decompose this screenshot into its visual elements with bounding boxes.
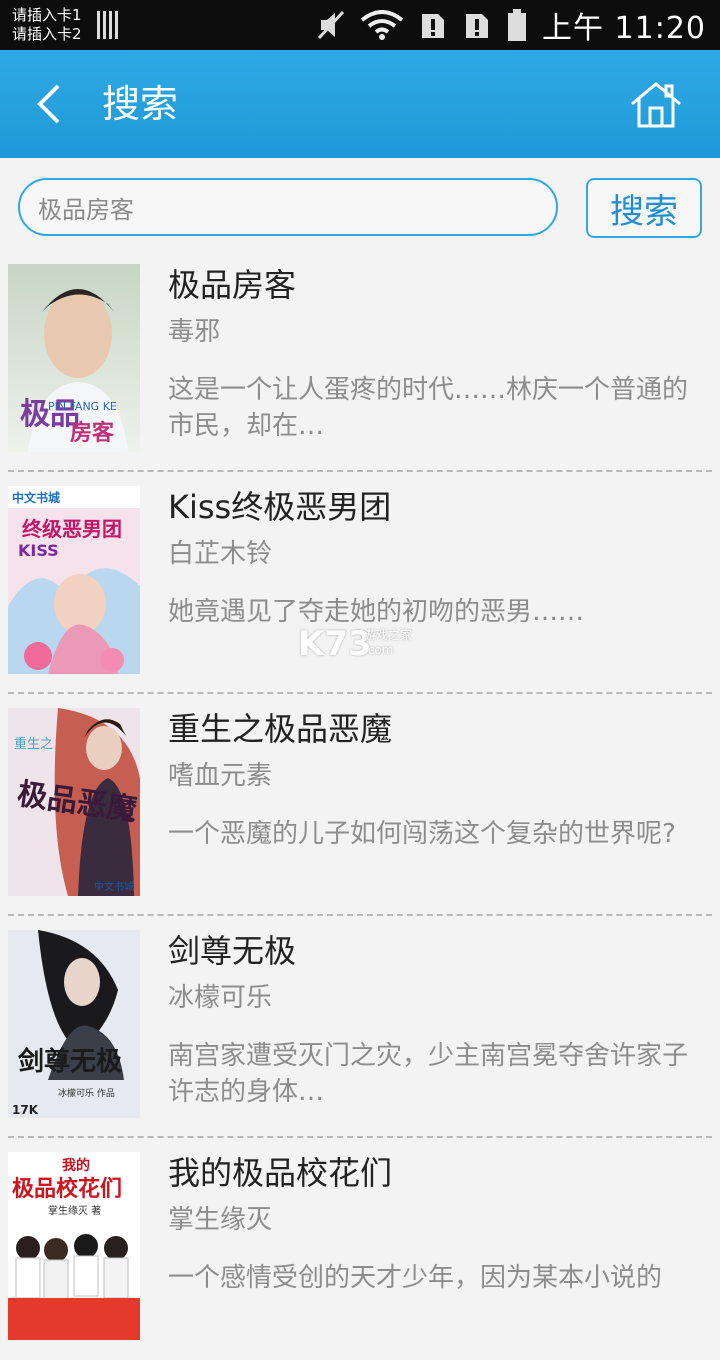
book-author: 白芷木铃 — [168, 539, 273, 569]
book-cover: 极品恶魔 重生之 中文书城 — [8, 708, 140, 896]
svg-text:重生之: 重生之 — [14, 736, 53, 752]
svg-text:剑尊无极: 剑尊无极 — [18, 1046, 123, 1077]
book-author: 嗜血元素 — [168, 761, 273, 791]
book-description: 一个恶魔的儿子如何闯荡这个复杂的世界呢? — [168, 819, 676, 849]
list-item[interactable]: 剑尊无极 冰檬可乐 作品 17K 剑尊无极 冰檬可乐 南宫家遭受灭门之灾，少主南… — [0, 916, 720, 1138]
signal-bars-icon — [97, 11, 121, 39]
book-title: 重生之极品恶魔 — [168, 710, 393, 748]
sim2-text: 请插入卡2 — [12, 25, 82, 43]
search-button[interactable]: 搜索 — [586, 178, 702, 238]
svg-text:KISS: KISS — [18, 541, 59, 560]
watermark: K73 游戏之家 .com — [298, 624, 412, 664]
sim1-text: 请插入卡1 — [12, 6, 82, 24]
book-author: 掌生缘灭 — [168, 1205, 273, 1235]
home-icon — [631, 82, 681, 128]
chevron-left-icon — [37, 84, 60, 124]
home-button[interactable] — [628, 80, 684, 130]
book-cover: 极品 房客 PIN FANG KE — [8, 264, 140, 452]
book-cover: 剑尊无极 冰檬可乐 作品 17K — [8, 930, 140, 1118]
book-description: 南宫家遭受灭门之灾，少主南宫冕夺舍许家子许志的身体… — [168, 1041, 689, 1107]
svg-text:我的: 我的 — [62, 1157, 90, 1174]
sim-status: 请插入卡1 请插入卡2 — [12, 6, 82, 44]
book-title: 我的极品校花们 — [168, 1154, 393, 1192]
battery-icon — [506, 9, 528, 41]
svg-text:极品校花们: 极品校花们 — [12, 1176, 122, 1202]
list-item[interactable]: 极品恶魔 重生之 中文书城 重生之极品恶魔 嗜血元素 一个恶魔的儿子如何闯荡这个… — [0, 694, 720, 916]
book-cover: 我的 极品校花们 掌生缘灭 著 — [8, 1152, 140, 1340]
book-description: 一个感情受创的天才少年，因为某本小说的 — [168, 1263, 663, 1293]
status-bar: 请插入卡1 请插入卡2 上午 11:20 — [0, 0, 720, 50]
list-item[interactable]: 我的 极品校花们 掌生缘灭 著 我的极品校花们 掌生缘灭 一个感情受创的天才少年… — [0, 1138, 720, 1360]
svg-text:终级恶男团: 终级恶男团 — [22, 517, 122, 541]
sim2-alert-icon — [462, 10, 492, 40]
book-title: Kiss终极恶男团 — [168, 488, 392, 526]
book-title: 极品房客 — [168, 266, 297, 304]
clock: 上午 11:20 — [542, 11, 706, 46]
svg-text:中文书城: 中文书城 — [94, 880, 134, 893]
app-header: 搜索 — [0, 50, 720, 158]
svg-text:17K: 17K — [12, 1103, 39, 1117]
mute-icon — [316, 10, 346, 40]
watermark-domain: .com — [364, 643, 394, 657]
svg-text:PIN FANG KE: PIN FANG KE — [48, 400, 117, 413]
book-description: 这是一个让人蛋疼的时代……林庆一个普通的市民，却在… — [168, 375, 689, 441]
svg-text:掌生缘灭 著: 掌生缘灭 著 — [48, 1204, 101, 1217]
watermark-sub-text: 游戏之家 — [364, 628, 413, 642]
wifi-icon — [360, 10, 404, 40]
watermark-main: K73 — [298, 624, 372, 664]
page-title: 搜索 — [102, 82, 179, 126]
book-cover: 中文书城 终级恶男团 KISS — [8, 486, 140, 674]
list-item[interactable]: 极品 房客 PIN FANG KE 极品房客 毒邪 这是一个让人蛋疼的时代……林… — [0, 250, 720, 472]
svg-text:中文书城: 中文书城 — [12, 490, 60, 505]
search-input[interactable] — [18, 178, 558, 236]
book-description: 她竟遇见了夺走她的初吻的恶男…… — [168, 597, 585, 627]
svg-text:冰檬可乐 作品: 冰檬可乐 作品 — [58, 1087, 115, 1099]
book-title: 剑尊无极 — [168, 932, 297, 970]
sim1-alert-icon — [418, 10, 448, 40]
watermark-sub: 游戏之家 .com — [364, 626, 412, 657]
book-author: 毒邪 — [168, 317, 221, 347]
book-author: 冰檬可乐 — [168, 983, 273, 1013]
back-button[interactable] — [28, 78, 72, 130]
svg-text:房客: 房客 — [70, 420, 115, 446]
